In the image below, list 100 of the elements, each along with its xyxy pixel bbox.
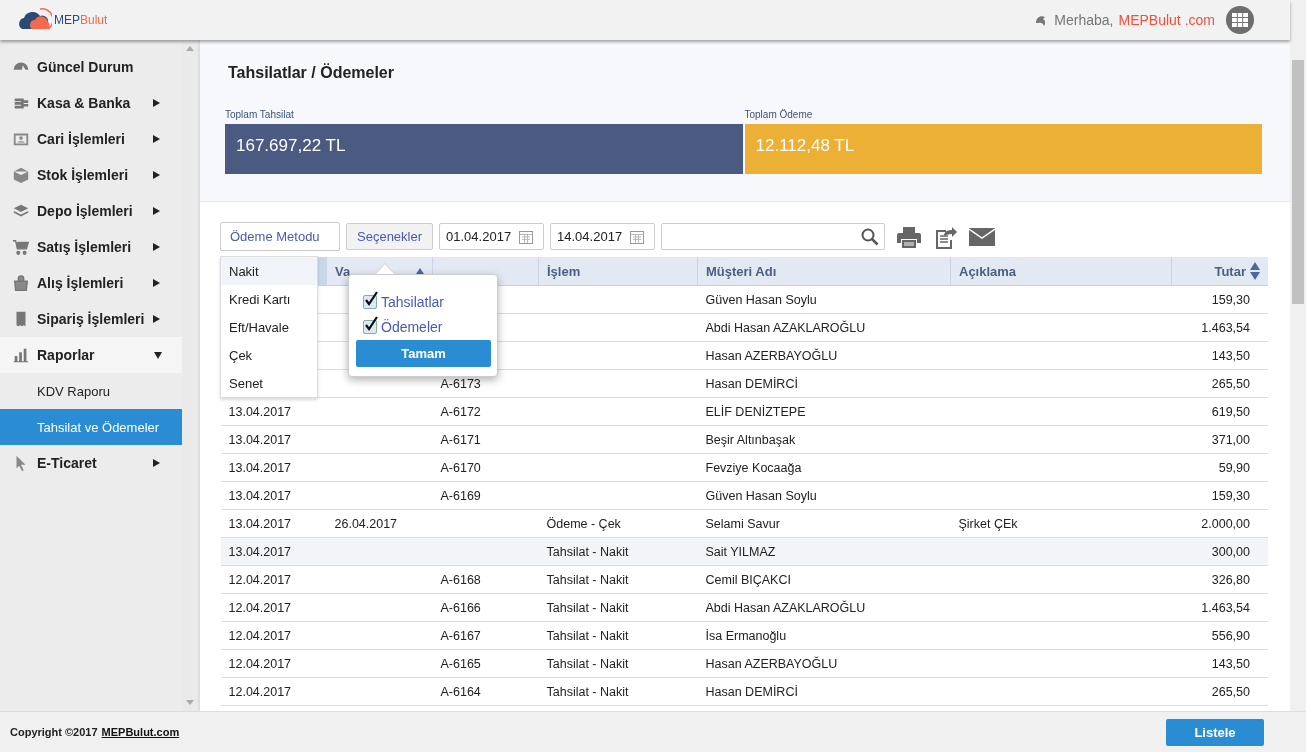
menu-item[interactable]: Nakit: [221, 257, 317, 285]
sidebar-item[interactable]: E-Ticaret: [0, 445, 182, 481]
menu-item[interactable]: Eft/Havale: [221, 313, 317, 341]
table-cell: Beşir Altınbaşak: [705, 432, 796, 447]
checkbox[interactable]: [363, 294, 377, 309]
column-header[interactable]: Müşteri Adı: [697, 257, 951, 286]
table-cell: 26.04.2017: [334, 516, 398, 531]
column-title: Müşteri Adı: [706, 263, 777, 279]
chart-icon: [12, 346, 30, 364]
checkbox[interactable]: [363, 319, 377, 334]
table-cell: 556,90: [1211, 628, 1250, 643]
apps-grid-button[interactable]: [1226, 6, 1254, 34]
table-cell: 619,50: [1211, 404, 1250, 419]
table-row[interactable]: 12.04.2017 A-6167 Tahsilat - Nakit İsa Ermanoğlu 556,90: [220, 621, 1268, 650]
menu-item[interactable]: Çek: [221, 341, 317, 369]
table-cell: 12.04.2017: [228, 628, 292, 643]
table-cell: 143,50: [1211, 348, 1250, 363]
table-row[interactable]: 12.04.2017 A-6164 Tahsilat - Nakit Hasan DEMİRCİ 265,50: [220, 677, 1268, 706]
payment-method-dropdown[interactable]: Ödeme Metodu: [220, 222, 340, 251]
table-cell: Hasan AZERBAYOĞLU: [705, 348, 838, 363]
column-title: Açıklama: [959, 263, 1017, 279]
table-cell: A-6168: [440, 572, 481, 587]
column-header[interactable]: İşlem: [538, 257, 698, 286]
table-cell: 13.04.2017: [228, 404, 292, 419]
table-cell: A-6170: [440, 460, 481, 475]
table-cell: A-6167: [440, 628, 481, 643]
search-field[interactable]: [661, 223, 886, 250]
table-cell: 12.04.2017: [228, 600, 292, 615]
table-row[interactable]: 12.04.2017 A-6165 Tahsilat - Nakit Hasan AZERBAYOĞLU 143,50: [220, 649, 1268, 678]
table-cell: 2.000,00: [1201, 516, 1250, 531]
table-row[interactable]: 12.04.2017 A-6166 Tahsilat - Nakit Abdi Hasan AZAKLAROĞLU 1.463,54: [220, 593, 1268, 622]
sidebar-item[interactable]: Güncel Durum: [0, 49, 182, 85]
table-cell: Hasan DEMİRCİ: [705, 376, 798, 391]
end-date-field[interactable]: 14.04.2017: [550, 223, 656, 250]
column-title: Va: [335, 263, 351, 279]
table-row[interactable]: 13.04.2017 A-6171 Beşir Altınbaşak 371,00: [220, 425, 1268, 454]
sidebar-item[interactable]: Raporlar: [0, 337, 182, 373]
table-cell: Tahsilat - Nakit: [546, 572, 629, 587]
cart-icon: [12, 238, 30, 256]
list-button[interactable]: Listele: [1166, 718, 1264, 746]
table-cell: A-6173: [440, 376, 481, 391]
table-cell: Ödeme - Çek: [546, 516, 621, 531]
menu-item[interactable]: Kredi Kartı: [221, 285, 317, 313]
submenu-item[interactable]: Tahsilat ve Ödemeler: [0, 409, 182, 445]
table-row[interactable]: 13.04.2017 A-6169 Güven Hasan Soylu 159,30: [220, 481, 1268, 510]
column-title: İşlem: [547, 263, 581, 279]
mail-icon[interactable]: [969, 227, 996, 246]
caret-right-icon: [153, 207, 160, 215]
table-row[interactable]: 12.04.2017 A-6168 Tahsilat - Nakit Cemil BIÇAKCI 326,80: [220, 565, 1268, 594]
table-row[interactable]: 13.04.2017 A-6170 Fevziye Kocaağa 59,90: [220, 453, 1268, 482]
table-cell: Tahsilat - Nakit: [546, 600, 629, 615]
sidebar-item[interactable]: Cari İşlemleri: [0, 121, 182, 157]
sidebar-item[interactable]: Sipariş İşlemleri: [0, 301, 182, 337]
table-cell: 159,30: [1211, 488, 1250, 503]
site-link[interactable]: MEPBulut.com: [101, 726, 180, 738]
sort-icon: [1250, 262, 1260, 280]
table-cell: 13.04.2017: [228, 432, 292, 447]
column-header[interactable]: Açıklama: [950, 257, 1172, 286]
column-header[interactable]: Tutar: [1171, 257, 1268, 286]
table-row[interactable]: 13.04.2017 26.04.2017 Ödeme - Çek Selami Savur Şirket ÇEk 2.000,00: [220, 509, 1268, 538]
table-cell: 265,50: [1211, 684, 1250, 699]
table-cell: 59,90: [1218, 460, 1250, 475]
table-cell: İsa Ermanoğlu: [705, 628, 787, 643]
table-cell: 12.04.2017: [228, 656, 292, 671]
box-icon: [12, 166, 30, 184]
sidebar-item[interactable]: Alış İşlemleri: [0, 265, 182, 301]
options-button[interactable]: Seçenekler: [346, 223, 434, 250]
table-cell: Fevziye Kocaağa: [705, 460, 802, 475]
table-cell: Tahsilat - Nakit: [546, 544, 629, 559]
table-cell: Sait YILMAZ: [705, 544, 776, 559]
table-cell: 13.04.2017: [228, 488, 292, 503]
menu-item[interactable]: Senet: [221, 369, 317, 397]
ok-button[interactable]: Tamam: [356, 340, 491, 367]
start-date-field[interactable]: 01.04.2017: [439, 223, 545, 250]
export-document-icon[interactable]: [933, 224, 958, 249]
table-cell: 143,50: [1211, 656, 1250, 671]
table-row[interactable]: 13.04.2017 Tahsilat - Nakit Sait YILMAZ 300,00: [220, 537, 1268, 566]
checkbox-label[interactable]: Ödemeler: [381, 318, 443, 335]
table-cell: Abdi Hasan AZAKLAROĞLU: [705, 600, 866, 615]
print-icon[interactable]: [897, 225, 922, 248]
table-cell: A-6169: [440, 488, 481, 503]
search-icon: [861, 227, 880, 246]
table-cell: Şirket ÇEk: [958, 516, 1018, 531]
table-cell: 159,30: [1211, 292, 1250, 307]
table-cell: A-6166: [440, 600, 481, 615]
table-cell: Tahsilat - Nakit: [546, 684, 629, 699]
sidebar-item[interactable]: Depo İşlemleri: [0, 193, 182, 229]
table-cell: 300,00: [1211, 544, 1250, 559]
page-scrollbar[interactable]: [1290, 0, 1306, 711]
page-title: Tahsilatlar / Ödemeler: [228, 64, 395, 82]
caret-right-icon: [153, 459, 160, 467]
checkbox-label[interactable]: Tahsilatlar: [381, 293, 445, 310]
sidebar-item[interactable]: Stok İşlemleri: [0, 157, 182, 193]
table-cell: Güven Hasan Soylu: [705, 488, 817, 503]
sidebar-item[interactable]: Kasa & Banka: [0, 85, 182, 121]
table-cell: 1.463,54: [1201, 600, 1250, 615]
submenu-item[interactable]: KDV Raporu: [0, 373, 182, 409]
calendar-icon: [519, 229, 534, 244]
sidebar-item[interactable]: Satış İşlemleri: [0, 229, 182, 265]
table-cell: 13.04.2017: [228, 544, 292, 559]
